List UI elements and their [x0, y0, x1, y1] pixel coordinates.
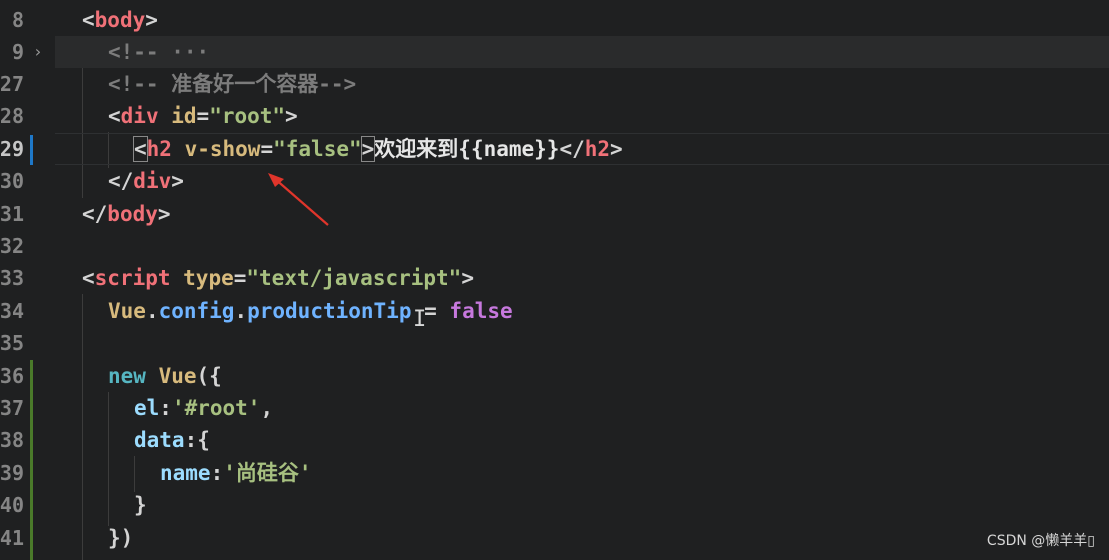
- code-line[interactable]: 32: [0, 230, 1109, 262]
- line-number: 38: [0, 428, 24, 452]
- text-cursor-icon: I: [413, 307, 427, 332]
- line-number: 40: [0, 493, 24, 517]
- code-line[interactable]: 31 </body>: [0, 198, 1109, 230]
- code-line[interactable]: 8 <body>: [0, 4, 1109, 36]
- watermark: CSDN @懒羊羊▯: [986, 533, 1095, 549]
- code-text: <div id="root">: [108, 104, 298, 128]
- line-number: 9: [11, 40, 24, 64]
- line-number: 27: [0, 72, 24, 96]
- code-line[interactable]: 30 </div>: [0, 165, 1109, 197]
- line-number: 8: [11, 8, 24, 32]
- code-text: <!-- ···: [108, 40, 210, 64]
- code-text: <h2 v-show="false">欢迎来到{{name}}</h2>: [133, 136, 623, 162]
- code-line[interactable]: 36 new Vue({: [0, 360, 1109, 392]
- code-text: <!-- 准备好一个容器-->: [108, 72, 357, 96]
- code-line[interactable]: 37 el:'#root',: [0, 392, 1109, 424]
- line-number: 39: [0, 461, 24, 485]
- code-line[interactable]: 28 <div id="root">: [0, 100, 1109, 132]
- code-text: }: [134, 493, 147, 517]
- line-number: 33: [0, 266, 24, 290]
- code-line[interactable]: 35: [0, 327, 1109, 359]
- code-line[interactable]: 33 <script type="text/javascript">: [0, 262, 1109, 294]
- code-line[interactable]: 41 }): [0, 522, 1109, 554]
- code-text: }): [108, 526, 134, 550]
- code-line[interactable]: 38 data:{: [0, 424, 1109, 456]
- code-text: el:'#root',: [134, 396, 274, 420]
- code-line[interactable]: 39 name:'尚硅谷': [0, 457, 1109, 489]
- code-line[interactable]: 27 <!-- 准备好一个容器-->: [0, 68, 1109, 100]
- code-editor[interactable]: 8 <body> 9 › <!-- ··· 27 <!-- 准备好一个容器-->…: [0, 0, 1109, 560]
- line-number: 36: [0, 364, 24, 388]
- red-annotation-arrow: [268, 173, 329, 226]
- line-number: 37: [0, 396, 24, 420]
- line-number: 41: [0, 526, 24, 550]
- line-number: 29: [0, 137, 24, 161]
- chevron-right-icon[interactable]: ›: [33, 36, 43, 68]
- line-number: 30: [0, 169, 24, 193]
- code-line[interactable]: 40 }: [0, 489, 1109, 521]
- code-line[interactable]: 34 Vue.config.productionTip = false: [0, 295, 1109, 327]
- code-text: <body>: [82, 8, 158, 32]
- code-text: data:{: [134, 428, 210, 452]
- code-text: name:'尚硅谷': [160, 461, 312, 485]
- line-number: 28: [0, 104, 24, 128]
- line-number: 35: [0, 331, 24, 355]
- code-text: Vue.config.productionTip = false: [108, 299, 513, 323]
- line-number: 32: [0, 234, 24, 258]
- code-line-current[interactable]: 29 <h2 v-show="false">欢迎来到{{name}}</h2>: [0, 133, 1109, 165]
- code-text: </div>: [108, 169, 184, 193]
- code-text: new Vue({: [108, 364, 222, 388]
- code-line-folded[interactable]: 9 › <!-- ···: [12, 36, 1109, 68]
- code-text: </body>: [82, 202, 171, 226]
- line-number: 31: [0, 202, 24, 226]
- line-number: 34: [0, 299, 24, 323]
- code-text: <script type="text/javascript">: [82, 266, 474, 290]
